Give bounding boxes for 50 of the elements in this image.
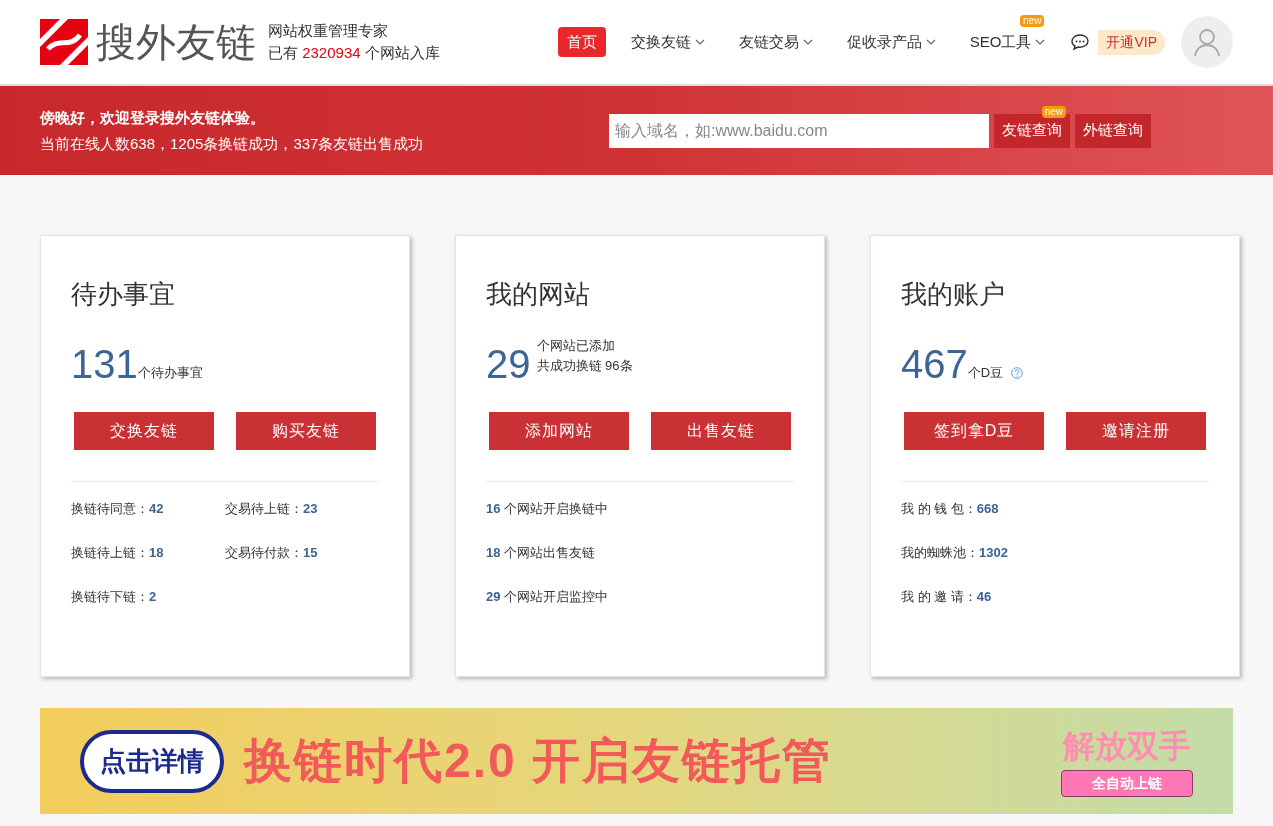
action-button[interactable]: 添加网站 (489, 412, 629, 450)
action-button[interactable]: 签到拿D豆 (904, 412, 1044, 450)
action-button[interactable]: 邀请注册 (1066, 412, 1206, 450)
promo-side-title: 解放双手 (1063, 726, 1191, 766)
query-button[interactable]: 外链查询 (1075, 113, 1151, 148)
big-number: 131 (71, 344, 138, 384)
help-icon[interactable] (1011, 367, 1024, 379)
nav-link[interactable]: SEO工具 (960, 26, 1055, 58)
stat-text: 18 个网站出售友链 (486, 544, 597, 562)
promo-banner[interactable]: 点击详情 换链时代2.0 开启友链托管 解放双手 全自动上链 (40, 708, 1233, 814)
stat-text: 交易待付款：15 (225, 544, 319, 562)
stat-text: 换链待同意：42 (71, 500, 165, 518)
card-title: 待办事宜 (71, 278, 176, 311)
card-title: 我的网站 (486, 278, 591, 311)
stat-text: 我 的 邀 请：46 (901, 588, 993, 606)
nav-link[interactable]: 首页 (557, 26, 606, 58)
nav-link[interactable]: 促收录产品 (837, 26, 945, 58)
number-caption: 个D豆 (967, 364, 1004, 382)
stat-text: 16 个网站开启换链中 (486, 500, 610, 518)
number-caption: 个待办事宜 (137, 364, 203, 382)
domain-search-field[interactable]: 输入域名，如:www.baidu.com (609, 113, 989, 148)
new-badge: new (1041, 105, 1066, 118)
promo-headline: 换链时代2.0 开启友链托管 (244, 733, 833, 789)
big-number: 29 (486, 344, 531, 384)
nav-link[interactable]: 友链交易 (729, 26, 822, 58)
chat-icon[interactable] (1070, 33, 1091, 51)
new-badge: new (1020, 14, 1045, 27)
vip-link[interactable]: 开通VIP (1098, 29, 1165, 55)
avatar-icon[interactable] (1181, 16, 1233, 68)
stat-text: 我 的 钱 包：668 (901, 500, 1000, 518)
logo-text: 搜外友链 (96, 22, 256, 62)
action-button[interactable]: 出售友链 (651, 412, 791, 450)
nav-link[interactable]: 交换友链 (621, 26, 714, 58)
tagline: 网站权重管理专家 (268, 21, 389, 41)
action-button[interactable]: 购买友链 (236, 412, 376, 450)
stat-text: 我的蜘蛛池：1302 (901, 544, 1009, 562)
stat-text: 交易待上链：23 (225, 500, 319, 518)
stat-text: 换链待下链：2 (71, 588, 158, 606)
greeting-text: 傍晚好，欢迎登录搜外友链体验。 (40, 107, 266, 128)
site-count: 已有 2320934 个网站入库 (268, 43, 440, 63)
logo-icon (40, 19, 88, 65)
action-button[interactable]: 交换友链 (74, 412, 214, 450)
site-stats-text: 当前在线人数638，1205条换链成功，337条友链出售成功 (40, 133, 424, 154)
stat-text: 29 个网站开启监控中 (486, 588, 610, 606)
number-caption: 共成功换链 96条 (536, 357, 633, 375)
stat-text: 换链待上链：18 (71, 544, 165, 562)
number-caption: 个网站已添加 (536, 337, 616, 355)
cloud-label[interactable]: 点击详情 (80, 729, 224, 793)
card-title: 我的账户 (901, 278, 1006, 311)
big-number: 467 (901, 344, 968, 384)
